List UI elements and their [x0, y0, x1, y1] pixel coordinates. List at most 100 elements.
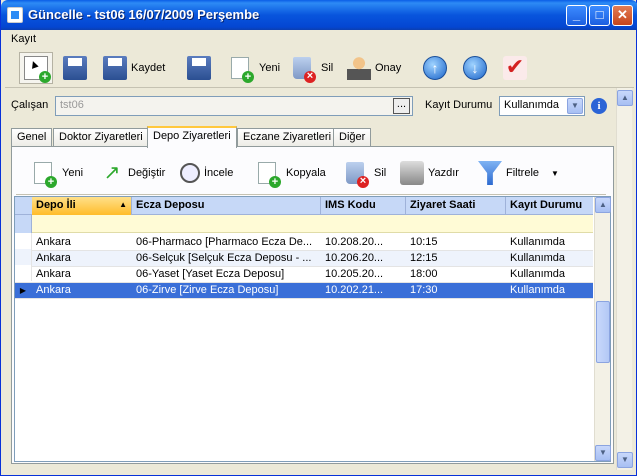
tab-diger[interactable]: Diğer: [333, 128, 372, 147]
cell-ecza-deposu: 06-Yaset [Yaset Ecza Deposu]: [136, 268, 285, 280]
cell-ziyaret-saati: 18:00: [410, 268, 438, 280]
trash-icon: [346, 162, 369, 188]
cell-kayit-durumu: Kullanımda: [510, 268, 566, 280]
tab-depo-ziyaretleri[interactable]: Depo Ziyaretleri: [147, 126, 237, 148]
approve-button[interactable]: Onay: [347, 52, 401, 84]
col-ecza-deposu[interactable]: Ecza Deposu: [132, 197, 321, 215]
cell-depo-ili: Ankara: [36, 252, 71, 264]
save-new-icon: [187, 56, 211, 80]
confirm-button[interactable]: ✔: [503, 52, 527, 84]
grid-change-button[interactable]: ↗ Değiştir: [100, 159, 166, 187]
table-row[interactable]: Ankara 06-Selçuk [Selçuk Ecza Deposu - .…: [15, 251, 593, 267]
menu-bar: Kayıt: [5, 30, 634, 48]
cell-ziyaret-saati: 17:30: [410, 284, 438, 296]
sort-asc-icon: ▲: [119, 200, 127, 209]
move-down-button[interactable]: ↓: [463, 52, 487, 84]
tab-eczane-ziyaretleri[interactable]: Eczane Ziyaretleri: [237, 128, 338, 147]
employee-label: Çalışan: [11, 99, 49, 111]
cell-ims-kodu: 10.202.21...: [325, 284, 384, 296]
main-toolbar: Kaydet Yeni Sil Onay ↑ ↓ ✔: [5, 48, 634, 88]
grid-delete-label: Sil: [374, 167, 387, 179]
cell-ecza-deposu: 06-Zirve [Zirve Ecza Deposu]: [136, 284, 279, 296]
arrow-down-icon: ↓: [463, 56, 487, 80]
new-doc-icon: [231, 57, 254, 83]
new-button[interactable]: Yeni: [231, 52, 280, 84]
cell-kayit-durumu: Kullanımda: [510, 252, 566, 264]
save-new-button[interactable]: [187, 52, 211, 84]
cell-ims-kodu: 10.208.20...: [325, 236, 384, 248]
edit-arrow-icon: ↗: [103, 162, 121, 184]
cell-kayit-durumu: Kullanımda: [510, 236, 566, 248]
scroll-up-button[interactable]: ▲: [617, 90, 633, 106]
grid-new-button[interactable]: Yeni: [34, 159, 83, 188]
cell-depo-ili: Ankara: [36, 236, 71, 248]
window-title: Güncelle - tst06 16/07/2009 Perşembe: [28, 7, 260, 22]
pointer-add-icon: [24, 56, 51, 83]
grid-delete-button[interactable]: Sil: [346, 159, 387, 188]
save-label: Kaydet: [131, 62, 166, 74]
grid-header: Depo İli ▲ Ecza Deposu IMS Kodu Ziyaret …: [15, 197, 593, 215]
filter-icon: [478, 161, 502, 185]
row-indicator: [15, 249, 32, 265]
filter-dropdown-icon[interactable]: ▼: [551, 169, 559, 178]
grid-filter-button[interactable]: Filtrele ▼: [478, 159, 559, 187]
employee-lookup-button[interactable]: ...: [393, 98, 410, 114]
table-row-selected[interactable]: ▶ Ankara 06-Zirve [Zirve Ecza Deposu] 10…: [15, 283, 593, 299]
filter-row-indicator: [15, 215, 32, 233]
maximize-button[interactable]: □: [589, 5, 610, 26]
menu-kayit[interactable]: Kayıt: [11, 33, 36, 45]
approve-label: Onay: [375, 62, 402, 74]
employee-field[interactable]: tst06: [55, 96, 413, 116]
info-icon[interactable]: i: [591, 98, 607, 114]
delete-label: Sil: [321, 62, 334, 74]
grid-scroll-thumb[interactable]: [596, 301, 610, 363]
col-depo-ili-label: Depo İli: [36, 199, 76, 211]
row-pointer-icon: ▶: [19, 286, 27, 295]
check-icon: ✔: [503, 56, 527, 80]
grid-scroll-up-button[interactable]: ▲: [595, 197, 611, 213]
cell-ziyaret-saati: 12:15: [410, 252, 438, 264]
arrow-up-icon: ↑: [423, 56, 447, 80]
grid-scrollbar[interactable]: ▲ ▼: [594, 197, 611, 461]
cell-depo-ili: Ankara: [36, 284, 71, 296]
col-ims-kodu[interactable]: IMS Kodu: [321, 197, 406, 215]
status-select[interactable]: Kullanımda ▼: [499, 96, 585, 116]
grid-copy-label: Kopyala: [286, 167, 326, 179]
col-depo-ili[interactable]: Depo İli ▲: [32, 197, 132, 215]
grid-copy-button[interactable]: Kopyala: [258, 159, 326, 188]
grid-filter-label: Filtrele: [506, 167, 540, 179]
form-row: Çalışan tst06 ... Kayıt Durumu Kullanımd…: [5, 94, 615, 118]
grid-print-label: Yazdır: [428, 167, 459, 179]
form-scrollbar[interactable]: ▲ ▼: [616, 88, 633, 470]
title-bar[interactable]: Güncelle - tst06 16/07/2009 Perşembe _ □…: [1, 0, 637, 30]
delete-button[interactable]: Sil: [293, 52, 333, 84]
cell-kayit-durumu: Kullanımda: [510, 284, 566, 296]
trash-icon: [293, 57, 316, 83]
chevron-down-icon[interactable]: ▼: [567, 98, 583, 114]
minimize-button[interactable]: _: [566, 5, 587, 26]
tab-genel[interactable]: Genel: [11, 128, 53, 147]
row-indicator: [15, 233, 32, 249]
magnifier-icon: [180, 163, 200, 183]
status-select-value: Kullanımda: [504, 99, 560, 111]
grid-print-button[interactable]: Yazdır: [400, 159, 459, 187]
col-ziyaret-saati[interactable]: Ziyaret Saati: [406, 197, 506, 215]
cell-ecza-deposu: 06-Selçuk [Selçuk Ecza Deposu - ...: [136, 252, 312, 264]
filter-row[interactable]: [15, 215, 593, 233]
col-kayit-durumu[interactable]: Kayıt Durumu: [506, 197, 593, 215]
close-button[interactable]: ✕: [612, 5, 633, 26]
save-button[interactable]: Kaydet: [103, 52, 165, 84]
main-window: Güncelle - tst06 16/07/2009 Perşembe _ □…: [0, 0, 637, 476]
save-icon: [103, 56, 127, 80]
pointer-add-button[interactable]: [19, 52, 53, 84]
printer-icon: [400, 161, 424, 185]
table-row[interactable]: Ankara 06-Yaset [Yaset Ecza Deposu] 10.2…: [15, 267, 593, 283]
tab-doktor-ziyaretleri[interactable]: Doktor Ziyaretleri: [53, 128, 149, 147]
scroll-down-button[interactable]: ▼: [617, 452, 633, 468]
save-refresh-button[interactable]: [63, 52, 87, 84]
grid-scroll-down-button[interactable]: ▼: [595, 445, 611, 461]
new-doc-icon: [34, 162, 57, 188]
grid-inspect-button[interactable]: İncele: [180, 159, 233, 187]
move-up-button[interactable]: ↑: [423, 52, 447, 84]
table-row[interactable]: Ankara 06-Pharmaco [Pharmaco Ecza De... …: [15, 235, 593, 251]
